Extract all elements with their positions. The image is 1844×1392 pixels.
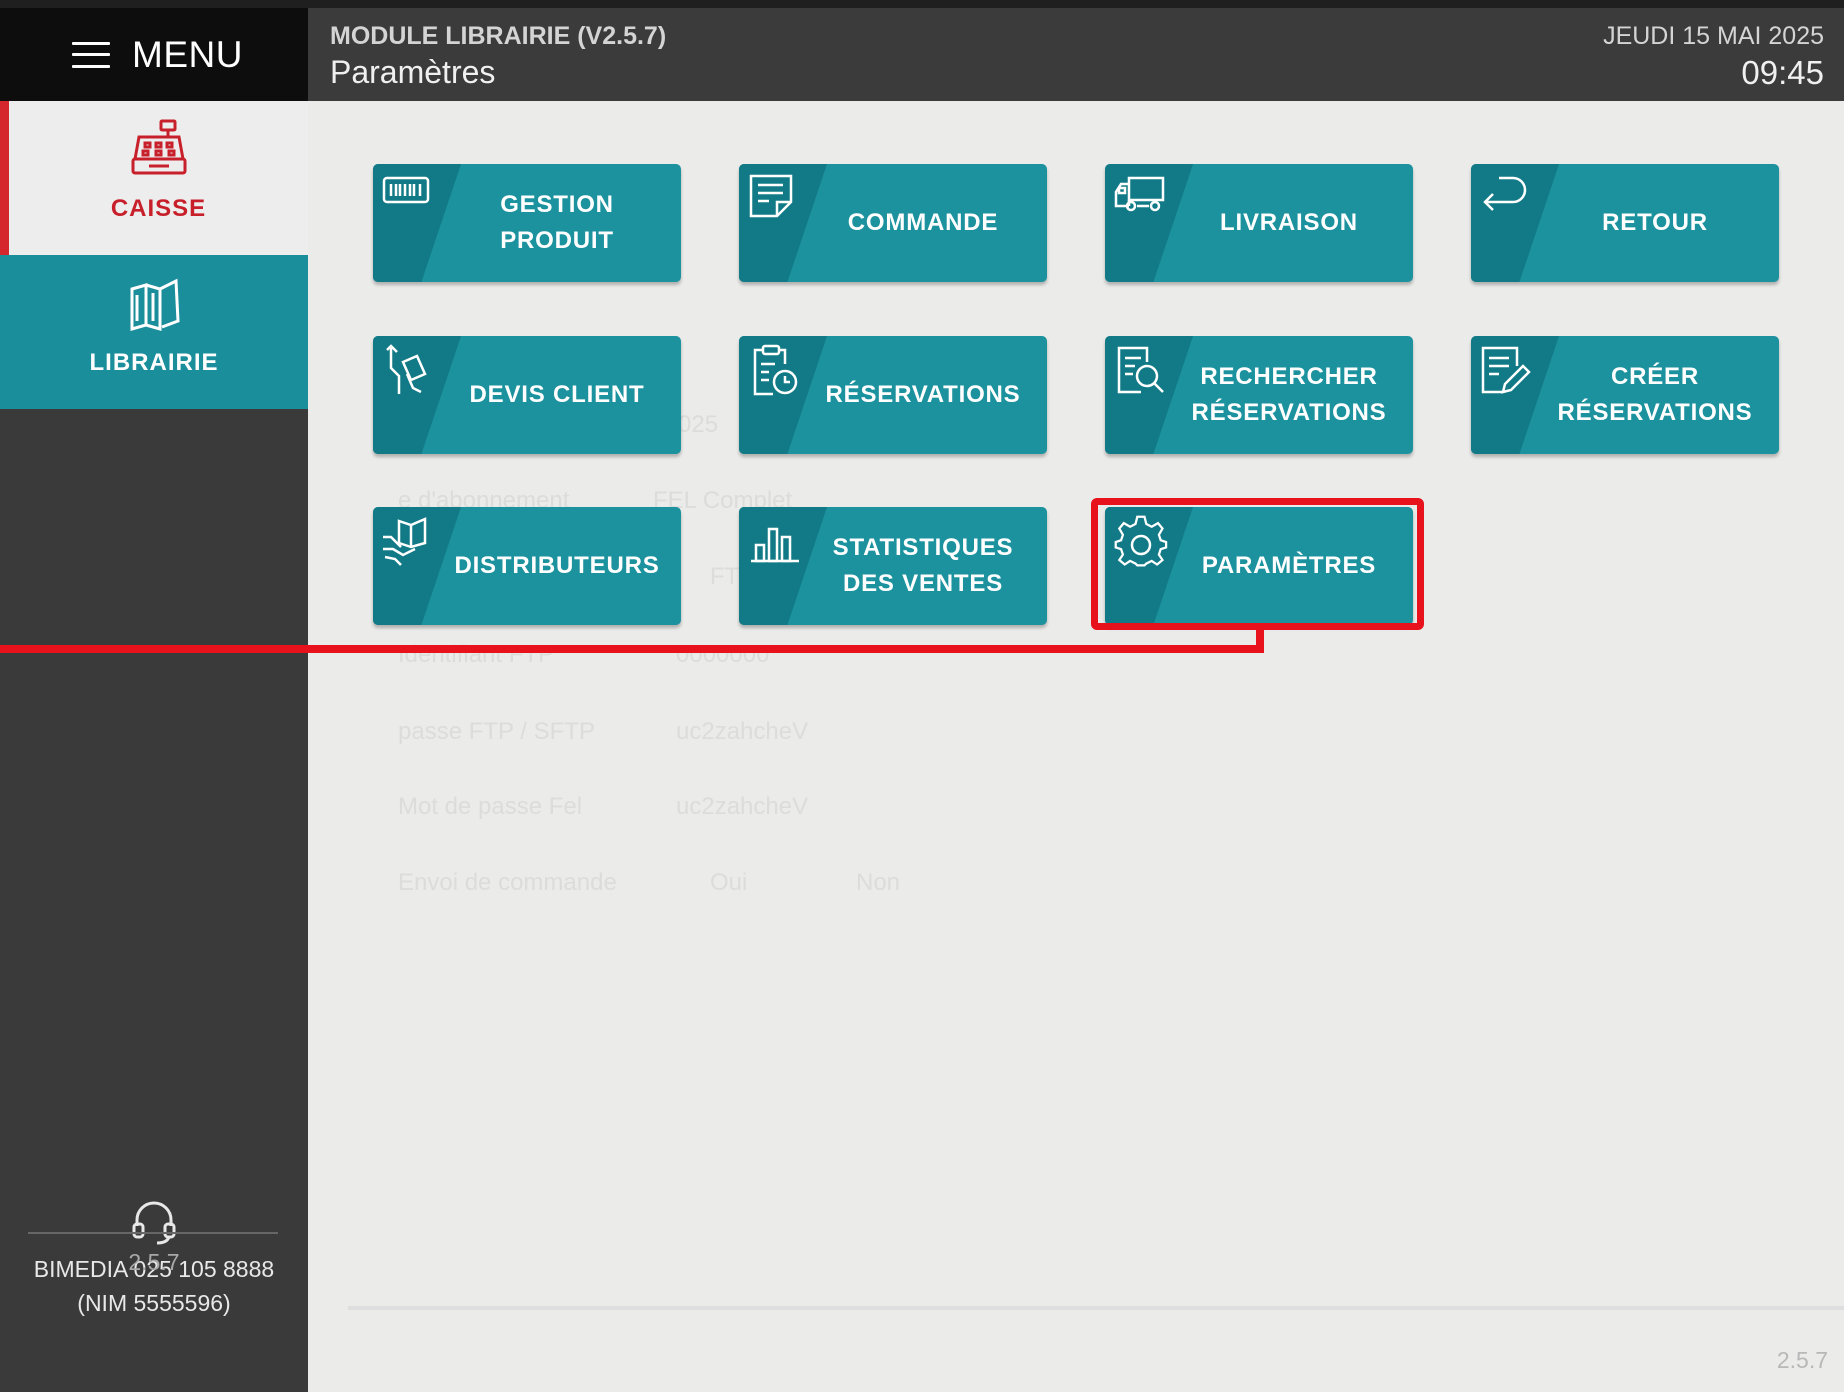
tile-statistiques-ventes[interactable]: STATISTIQUES DES VENTES bbox=[739, 507, 1047, 625]
sidebar-divider bbox=[28, 1232, 278, 1234]
tile-label: DES VENTES bbox=[842, 570, 1004, 597]
top-edge bbox=[0, 0, 1844, 8]
document-search-icon bbox=[1117, 346, 1164, 394]
tile-label: RÉSERVATIONS bbox=[1557, 399, 1753, 426]
header-time: 09:45 bbox=[1741, 54, 1824, 91]
document-pen-icon bbox=[1481, 346, 1531, 394]
books-icon bbox=[130, 278, 180, 331]
main-content: 025 e d'abonnement FEL Complet FT Identi… bbox=[308, 101, 1844, 1392]
header-date: JEUDI 15 MAI 2025 bbox=[1603, 22, 1824, 50]
sidebar-item-caisse[interactable]: CAISSE bbox=[0, 101, 308, 255]
cash-register-icon bbox=[131, 119, 186, 175]
tile-reservations[interactable]: RÉSERVATIONS bbox=[739, 336, 1047, 454]
bg-form-value: uc2zahcheV bbox=[676, 793, 809, 820]
sidebar-item-librairie[interactable]: LIBRAIRIE bbox=[0, 255, 330, 409]
tile-label: RÉSERVATIONS bbox=[825, 381, 1021, 408]
bg-form-value: 025 bbox=[678, 411, 719, 438]
tile-label: RÉSERVATIONS bbox=[1191, 399, 1387, 426]
return-arrow-icon bbox=[1483, 176, 1527, 211]
clipboard-clock-icon bbox=[753, 344, 798, 396]
tile-creer-reservations[interactable]: CRÉER RÉSERVATIONS bbox=[1471, 336, 1779, 454]
header: MODULE LIBRAIRIE (V2.5.7) Paramètres JEU… bbox=[308, 8, 1844, 101]
menu-label: MENU bbox=[132, 33, 243, 75]
tile-label: RECHERCHER bbox=[1200, 363, 1378, 390]
hand-book-icon bbox=[383, 517, 427, 566]
module-title: MODULE LIBRAIRIE (V2.5.7) bbox=[330, 22, 667, 50]
sidebar-version: 2.5.7 bbox=[128, 1249, 180, 1275]
tile-label: PRODUIT bbox=[500, 227, 614, 254]
bg-form-value: uc2zahcheV bbox=[676, 718, 809, 745]
page-title: Paramètres bbox=[330, 54, 496, 90]
tile-devis-client[interactable]: DEVIS CLIENT bbox=[373, 336, 681, 454]
bg-form-option: Non bbox=[856, 869, 901, 896]
hamburger-icon bbox=[72, 41, 110, 68]
tile-distributeurs[interactable]: DISTRIBUTEURS bbox=[373, 507, 681, 625]
bg-form-label: Mot de passe Fel bbox=[398, 793, 583, 820]
bg-form-label: Envoi de commande bbox=[398, 869, 617, 896]
truck-icon bbox=[1114, 176, 1165, 212]
sidebar: CAISSE LIBRAIRIE BIMEDIA 025 105 8888 (N… bbox=[0, 101, 330, 1392]
note-icon bbox=[749, 174, 793, 218]
tile-livraison[interactable]: LIVRAISON bbox=[1105, 164, 1413, 282]
bar-chart-icon bbox=[751, 527, 799, 563]
hand-card-icon bbox=[386, 344, 427, 394]
main-version: 2.5.7 bbox=[1776, 1347, 1828, 1373]
tile-label: CRÉER bbox=[1610, 363, 1699, 390]
bg-form-value: FT bbox=[710, 563, 740, 590]
tile-label: GESTION bbox=[500, 191, 614, 218]
tile-label: RETOUR bbox=[1602, 209, 1708, 236]
sidebar-item-label: LIBRAIRIE bbox=[89, 349, 219, 376]
bg-form-label: passe FTP / SFTP bbox=[398, 718, 595, 745]
tile-gestion-produit[interactable]: GESTION PRODUIT bbox=[373, 164, 681, 282]
highlight-box bbox=[1091, 498, 1424, 630]
tile-label: DEVIS CLIENT bbox=[469, 381, 645, 408]
sidebar-item-label: CAISSE bbox=[110, 195, 207, 222]
barcode-icon bbox=[382, 176, 430, 204]
tile-retour[interactable]: RETOUR bbox=[1471, 164, 1779, 282]
tile-label: STATISTIQUES bbox=[832, 534, 1014, 561]
menu-button[interactable]: MENU bbox=[0, 8, 308, 101]
highlight-connector-horizontal bbox=[0, 645, 1264, 653]
bottom-strip bbox=[348, 1306, 1844, 1310]
tile-commande[interactable]: COMMANDE bbox=[739, 164, 1047, 282]
tile-label: LIVRAISON bbox=[1220, 209, 1358, 236]
support-nim: (NIM 5555596) bbox=[77, 1290, 231, 1316]
headset-icon bbox=[132, 1201, 176, 1245]
bg-form-option: Oui bbox=[710, 869, 748, 896]
tile-rechercher-reservations[interactable]: RECHERCHER RÉSERVATIONS bbox=[1105, 336, 1413, 454]
tile-label: DISTRIBUTEURS bbox=[454, 552, 660, 579]
tile-label: COMMANDE bbox=[847, 209, 999, 236]
